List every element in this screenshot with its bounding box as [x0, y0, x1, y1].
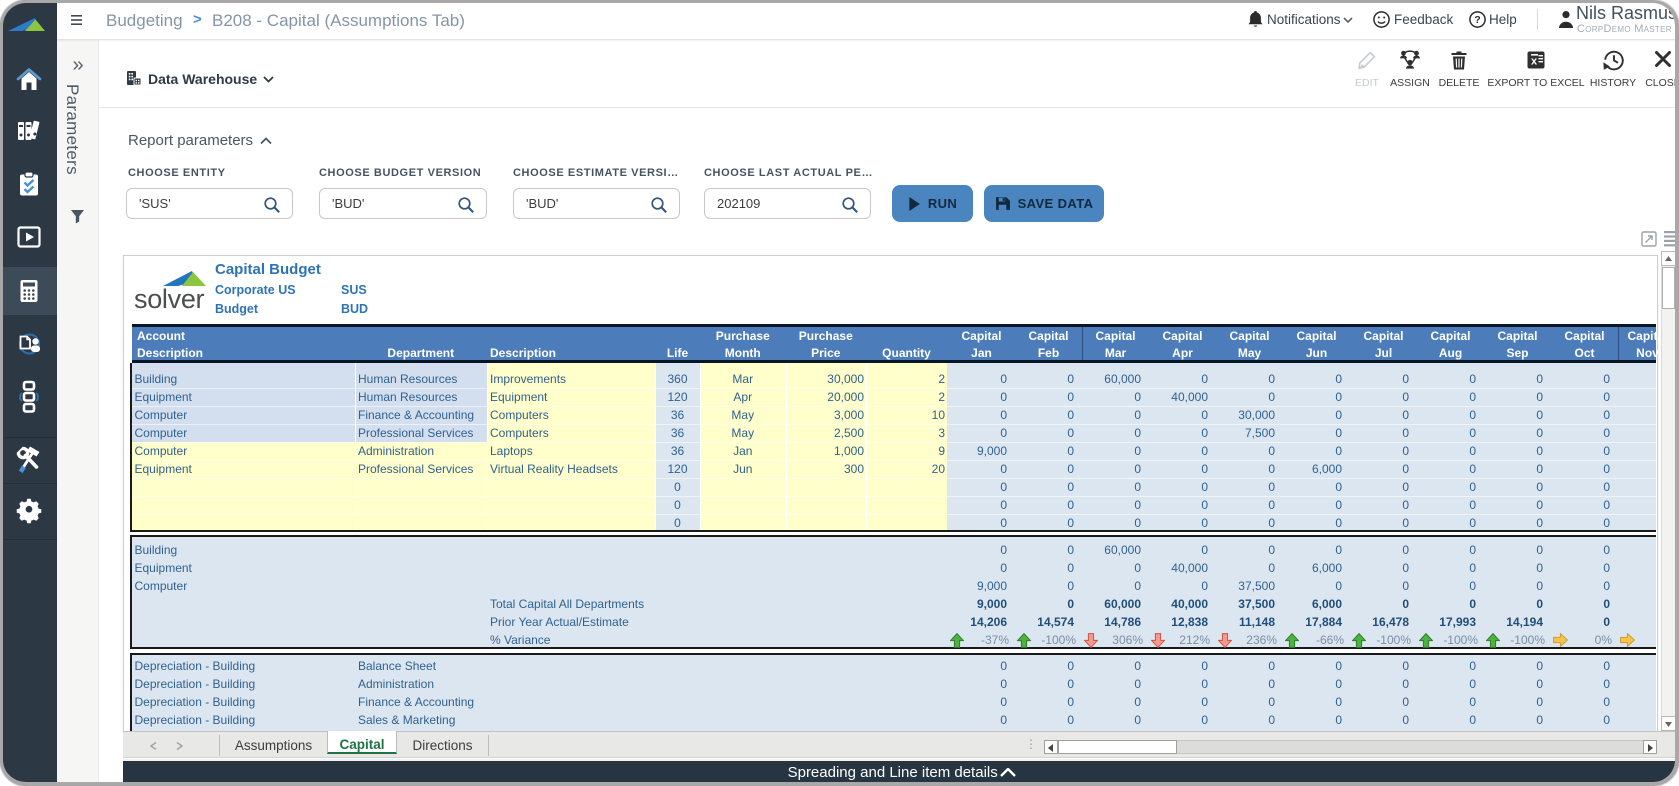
svg-text:?: ? — [1474, 14, 1480, 26]
svg-text:x: x — [1531, 56, 1538, 68]
